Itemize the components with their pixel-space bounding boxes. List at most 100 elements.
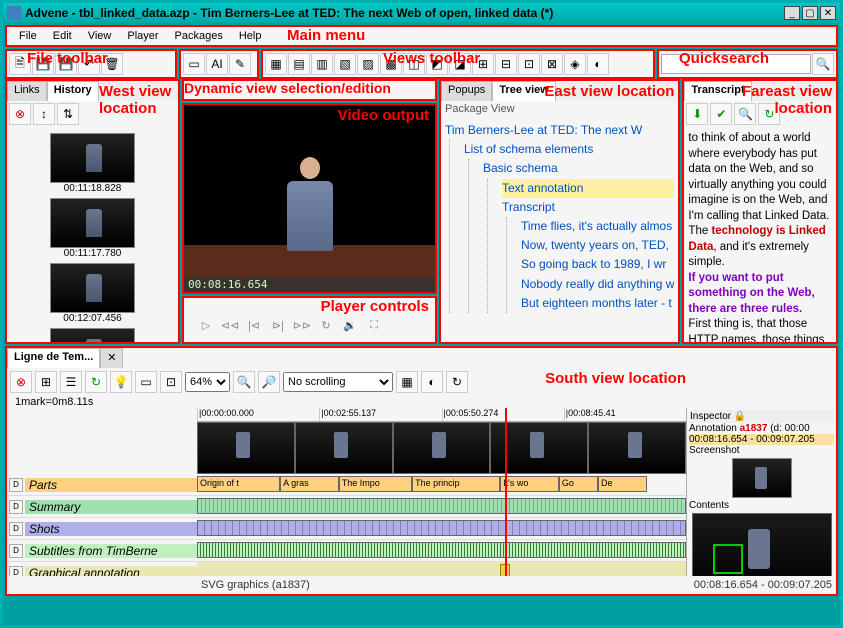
- view-btn-14[interactable]: ◈: [564, 53, 586, 75]
- history-nav-icon[interactable]: ↕: [33, 103, 55, 125]
- view-btn-3[interactable]: ▥: [311, 53, 333, 75]
- tree-line[interactable]: Now, twenty years on, TED,: [521, 236, 674, 255]
- transcript-save-icon[interactable]: ⬇: [686, 103, 708, 125]
- track-toggle[interactable]: D: [9, 544, 23, 558]
- tab-links[interactable]: Links: [7, 81, 47, 101]
- history-close-icon[interactable]: ⊗: [9, 103, 31, 125]
- search-icon[interactable]: 🔍: [812, 53, 834, 75]
- tab-transcript[interactable]: Transcript: [684, 81, 751, 101]
- menu-file[interactable]: File: [11, 28, 45, 44]
- play-icon[interactable]: ▷: [196, 316, 216, 334]
- menu-view[interactable]: View: [80, 28, 120, 44]
- track-shots[interactable]: [197, 518, 686, 540]
- view-btn-6[interactable]: ▩: [380, 53, 402, 75]
- view-btn-12[interactable]: ⊡: [518, 53, 540, 75]
- view-btn-4[interactable]: ▧: [334, 53, 356, 75]
- track-subtitles[interactable]: [197, 540, 686, 562]
- scroll-select[interactable]: No scrolling: [283, 372, 393, 392]
- next-icon[interactable]: ⊳|: [268, 316, 288, 334]
- fullscreen-icon[interactable]: ⛶: [364, 316, 384, 334]
- segment[interactable]: Go: [559, 476, 598, 492]
- loop-icon[interactable]: ↻: [316, 316, 336, 334]
- tl-bulb-icon[interactable]: 💡: [110, 371, 132, 393]
- view-btn-10[interactable]: ⊞: [472, 53, 494, 75]
- new-icon[interactable]: 🗎: [9, 53, 31, 75]
- tab-history[interactable]: History: [47, 81, 99, 101]
- tree-view[interactable]: Tim Berners-Lee at TED: The next W List …: [441, 117, 678, 342]
- view-btn-7[interactable]: ◫: [403, 53, 425, 75]
- view-btn-1[interactable]: ▦: [265, 53, 287, 75]
- select-icon[interactable]: ▭: [183, 53, 205, 75]
- segment[interactable]: De: [598, 476, 647, 492]
- tree-line[interactable]: Nobody really did anything w: [521, 275, 674, 294]
- tl-btn-5[interactable]: ▦: [396, 371, 418, 393]
- track-toggle[interactable]: D: [9, 478, 23, 492]
- view-btn-5[interactable]: ▨: [357, 53, 379, 75]
- track-parts[interactable]: Origin of t A gras The Impo The princip …: [197, 474, 686, 496]
- undo-icon[interactable]: ↶: [78, 53, 100, 75]
- tl-btn-6[interactable]: ◐: [421, 371, 443, 393]
- menu-player[interactable]: Player: [119, 28, 166, 44]
- transcript-refresh-icon[interactable]: ↻: [758, 103, 780, 125]
- tree-root[interactable]: Tim Berners-Lee at TED: The next W: [445, 121, 674, 140]
- trash-icon[interactable]: 🗑: [101, 53, 123, 75]
- transcript-search-icon[interactable]: 🔍: [734, 103, 756, 125]
- tl-close-icon[interactable]: ⊗: [10, 371, 32, 393]
- segment[interactable]: The Impo: [339, 476, 412, 492]
- zoom-select[interactable]: 64%: [185, 372, 230, 392]
- view-btn-15[interactable]: ◐: [587, 53, 609, 75]
- tl-btn-7[interactable]: ↻: [446, 371, 468, 393]
- view-btn-13[interactable]: ⊠: [541, 53, 563, 75]
- menu-edit[interactable]: Edit: [45, 28, 80, 44]
- menu-packages[interactable]: Packages: [167, 28, 231, 44]
- track-graphical[interactable]: [197, 562, 686, 576]
- volume-icon[interactable]: 🔉: [340, 316, 360, 334]
- track-toggle[interactable]: D: [9, 500, 23, 514]
- track-label-graphical[interactable]: Graphical annotation: [25, 566, 197, 577]
- video-output[interactable]: Video output 00:08:16.654: [182, 103, 437, 294]
- history-list[interactable]: 00:11:18.828 00:11:17.780 00:12:07.456 0…: [7, 127, 178, 342]
- track-label-subtitles[interactable]: Subtitles from TimBerne: [25, 544, 197, 558]
- playhead[interactable]: [505, 408, 507, 576]
- segment[interactable]: A gras: [280, 476, 339, 492]
- view-btn-9[interactable]: ◪: [449, 53, 471, 75]
- tree-transcript[interactable]: Transcript: [502, 198, 674, 217]
- tl-btn-3[interactable]: ▭: [135, 371, 157, 393]
- history-sort-icon[interactable]: ⇅: [57, 103, 79, 125]
- tab-close-icon[interactable]: ✕: [100, 348, 123, 368]
- track-toggle[interactable]: D: [9, 566, 23, 577]
- timeline-content[interactable]: |00:00:00.000|00:02:55.137|00:05:50.274|…: [197, 408, 686, 576]
- view-btn-8[interactable]: ◩: [426, 53, 448, 75]
- segment[interactable]: It's wo: [500, 476, 559, 492]
- inspector-lock-icon[interactable]: 🔒: [734, 411, 746, 422]
- track-label-parts[interactable]: Parts: [25, 478, 197, 492]
- tab-timeline[interactable]: Ligne de Tem...: [7, 348, 100, 368]
- menu-help[interactable]: Help: [231, 28, 270, 44]
- view-btn-11[interactable]: ⊟: [495, 53, 517, 75]
- track-summary[interactable]: [197, 496, 686, 518]
- text-icon[interactable]: AI: [206, 53, 228, 75]
- minimize-button[interactable]: _: [784, 6, 800, 20]
- maximize-button[interactable]: ▢: [802, 6, 818, 20]
- quicksearch-input[interactable]: [661, 54, 811, 74]
- tab-treeview[interactable]: Tree view: [492, 81, 556, 101]
- tl-btn-1[interactable]: ⊞: [35, 371, 57, 393]
- transcript-check-icon[interactable]: ✔: [710, 103, 732, 125]
- view-btn-2[interactable]: ▤: [288, 53, 310, 75]
- track-toggle[interactable]: D: [9, 522, 23, 536]
- tab-popups[interactable]: Popups: [441, 81, 492, 101]
- tree-line[interactable]: But eighteen months later - t: [521, 294, 674, 313]
- tl-btn-4[interactable]: ⊡: [160, 371, 182, 393]
- prev-frame-icon[interactable]: ⊲⊲: [220, 316, 240, 334]
- tl-refresh-icon[interactable]: ↻: [85, 371, 107, 393]
- track-label-summary[interactable]: Summary: [25, 500, 197, 514]
- tree-line[interactable]: Time flies, it's actually almos: [521, 217, 674, 236]
- tl-btn-2[interactable]: ☰: [60, 371, 82, 393]
- tree-basic-schema[interactable]: Basic schema: [483, 159, 674, 178]
- segment[interactable]: Origin of t: [197, 476, 280, 492]
- save-icon[interactable]: 💾: [32, 53, 54, 75]
- close-button[interactable]: ✕: [820, 6, 836, 20]
- tree-schema-list[interactable]: List of schema elements: [464, 140, 674, 159]
- tree-line[interactable]: So going back to 1989, I wr: [521, 255, 674, 274]
- track-label-shots[interactable]: Shots: [25, 522, 197, 536]
